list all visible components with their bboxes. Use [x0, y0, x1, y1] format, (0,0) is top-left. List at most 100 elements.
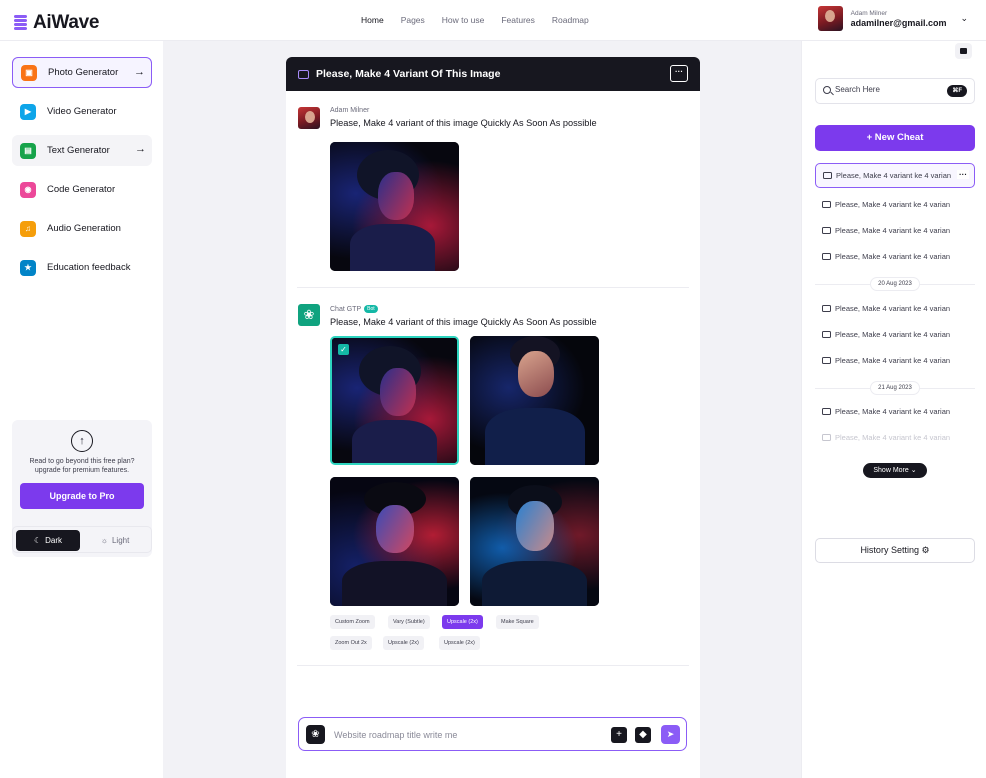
main-area: Please, Make 4 Variant Of This Image ···…: [163, 41, 801, 778]
send-button[interactable]: ➤: [661, 725, 680, 744]
date-label: 20 Aug 2023: [870, 277, 920, 291]
history-item[interactable]: Please, Make 4 variant ke 4 varian: [815, 244, 975, 269]
checkbox-checked-icon[interactable]: ✓: [338, 344, 349, 355]
source-image[interactable]: [330, 142, 459, 271]
image-icon: [822, 201, 831, 208]
top-header: AiWave Home Pages How to use Features Ro…: [0, 0, 986, 41]
image-icon: [298, 69, 309, 79]
trophy-icon: ★: [20, 259, 36, 276]
user-menu[interactable]: Adam Milner adamilner@gmail.com ⌄: [817, 6, 968, 31]
logo-icon: [14, 15, 27, 31]
panel-toggle-icon[interactable]: [955, 43, 972, 59]
chat-panel: Please, Make 4 Variant Of This Image ···…: [286, 57, 700, 778]
play-icon: ▶: [20, 103, 36, 120]
theme-light-button[interactable]: ☼ Light: [83, 530, 147, 551]
action-vary-subtle[interactable]: Vary (Subtle): [388, 615, 430, 629]
history-search: ⌘F: [815, 78, 975, 104]
image-icon: [822, 408, 831, 415]
history-setting-label: History Setting: [860, 545, 919, 555]
date-separator: 21 Aug 2023: [815, 381, 975, 395]
history-item[interactable]: Please, Make 4 variant ke 4 varian: [815, 296, 975, 321]
openai-logo-icon: ❀: [298, 304, 320, 326]
date-label: 21 Aug 2023: [870, 381, 920, 395]
history-item[interactable]: Please, Make 4 variant ke 4 varian: [815, 322, 975, 347]
sidebar-item-code-generator[interactable]: ◉ Code Generator: [12, 174, 152, 205]
variant-image-4[interactable]: [470, 477, 599, 606]
history-setting-button[interactable]: History Setting ⚙: [815, 538, 975, 563]
message-text: Please, Make 4 variant of this image Qui…: [330, 118, 597, 128]
history-item[interactable]: Please, Make 4 variant ke 4 varian: [815, 348, 975, 373]
image-icon: ▣: [21, 64, 37, 81]
search-input[interactable]: [835, 85, 935, 94]
sidebar-item-label: Photo Generator: [48, 67, 119, 78]
action-custom-zoom[interactable]: Custom Zoom: [330, 615, 375, 629]
new-chat-button[interactable]: + New Cheat: [815, 125, 975, 151]
theme-dark-label: Dark: [45, 536, 63, 545]
openai-logo-icon[interactable]: ❀: [306, 725, 325, 744]
history-item[interactable]: Please, Make 4 variant ke 4 varian: [815, 192, 975, 217]
more-options-button[interactable]: ···: [957, 170, 969, 179]
layers-icon[interactable]: ◆: [635, 727, 651, 743]
app-logo[interactable]: AiWave: [14, 12, 99, 34]
show-more-label: Show More: [873, 467, 909, 474]
history-item[interactable]: Please, Make 4 variant ke 4 varian: [815, 399, 975, 424]
action-upscale[interactable]: Upscale (2x): [442, 615, 483, 629]
arrow-up-icon: ↑: [71, 430, 93, 452]
action-zoom-out[interactable]: Zoom Out 2x: [330, 636, 372, 650]
history-item[interactable]: Please, Make 4 variant ke 4 varian ···: [815, 163, 975, 188]
gear-icon: ⚙: [921, 545, 930, 555]
variant-image-3[interactable]: [330, 477, 459, 606]
upgrade-button[interactable]: Upgrade to Pro: [20, 483, 144, 509]
sidebar-item-text-generator[interactable]: ▤ Text Generator →: [12, 135, 152, 166]
image-icon: [822, 305, 831, 312]
left-sidebar: ▣ Photo Generator → ▶ Video Generator ▤ …: [0, 41, 163, 778]
nav-link-roadmap[interactable]: Roadmap: [552, 15, 589, 25]
action-make-square[interactable]: Make Square: [496, 615, 539, 629]
message-composer: ❀ + ◆ ➤: [298, 717, 687, 751]
shortcut-badge: ⌘F: [947, 85, 967, 97]
history-item-label: Please, Make 4 variant ke 4 varian: [835, 356, 951, 365]
sidebar-item-label: Text Generator: [47, 145, 110, 156]
theme-dark-button[interactable]: ☾ Dark: [16, 530, 80, 551]
history-item-label: Please, Make 4 variant ke 4 varian: [835, 200, 951, 209]
avatar: [298, 107, 320, 129]
chat-header: Please, Make 4 Variant Of This Image ···: [286, 57, 700, 91]
search-icon: [823, 86, 831, 94]
sidebar-item-video-generator[interactable]: ▶ Video Generator: [12, 96, 152, 127]
variant-image-2[interactable]: [470, 336, 599, 465]
message-text: Please, Make 4 variant of this image Qui…: [330, 317, 597, 327]
chevron-down-icon[interactable]: ⌄: [960, 13, 968, 24]
history-item[interactable]: Please, Make 4 variant ke 4 varian: [815, 425, 975, 450]
more-options-button[interactable]: ···: [670, 65, 688, 82]
sidebar-item-photo-generator[interactable]: ▣ Photo Generator →: [12, 57, 152, 88]
sun-icon: ☼: [100, 536, 108, 545]
show-more-button[interactable]: Show More ⌄: [863, 463, 927, 478]
image-icon: [822, 434, 831, 441]
action-upscale[interactable]: Upscale (2x): [383, 636, 424, 650]
avatar: [817, 6, 843, 31]
history-item[interactable]: Please, Make 4 variant ke 4 varian: [815, 218, 975, 243]
image-icon: [822, 331, 831, 338]
variant-image-1[interactable]: ✓: [330, 336, 459, 465]
nav-link-how-to-use[interactable]: How to use: [442, 15, 485, 25]
sidebar-item-label: Code Generator: [47, 184, 116, 195]
nav-link-home[interactable]: Home: [361, 15, 384, 25]
plus-icon[interactable]: +: [611, 727, 627, 743]
message-input[interactable]: [334, 727, 594, 743]
nav-link-features[interactable]: Features: [501, 15, 535, 25]
divider: [297, 665, 689, 666]
chevron-down-icon: ⌄: [910, 467, 917, 474]
music-note-icon: ♫: [20, 220, 36, 237]
message-author: Adam Milner: [330, 107, 370, 114]
user-email: adamilner@gmail.com: [850, 17, 947, 28]
image-icon: [823, 172, 832, 179]
sidebar-item-audio-generation[interactable]: ♫ Audio Generation: [12, 213, 152, 244]
sidebar-item-education-feedback[interactable]: ★ Education feedback: [12, 252, 152, 283]
code-icon: ◉: [20, 181, 36, 198]
nav-link-pages[interactable]: Pages: [401, 15, 425, 25]
right-sidebar: ⌘F + New Cheat Please, Make 4 variant ke…: [801, 41, 986, 778]
history-item-label: Please, Make 4 variant ke 4 varian: [835, 330, 951, 339]
history-item-label: Please, Make 4 variant ke 4 varian: [835, 226, 951, 235]
action-upscale[interactable]: Upscale (2x): [439, 636, 480, 650]
arrow-right-icon: →: [134, 66, 145, 78]
